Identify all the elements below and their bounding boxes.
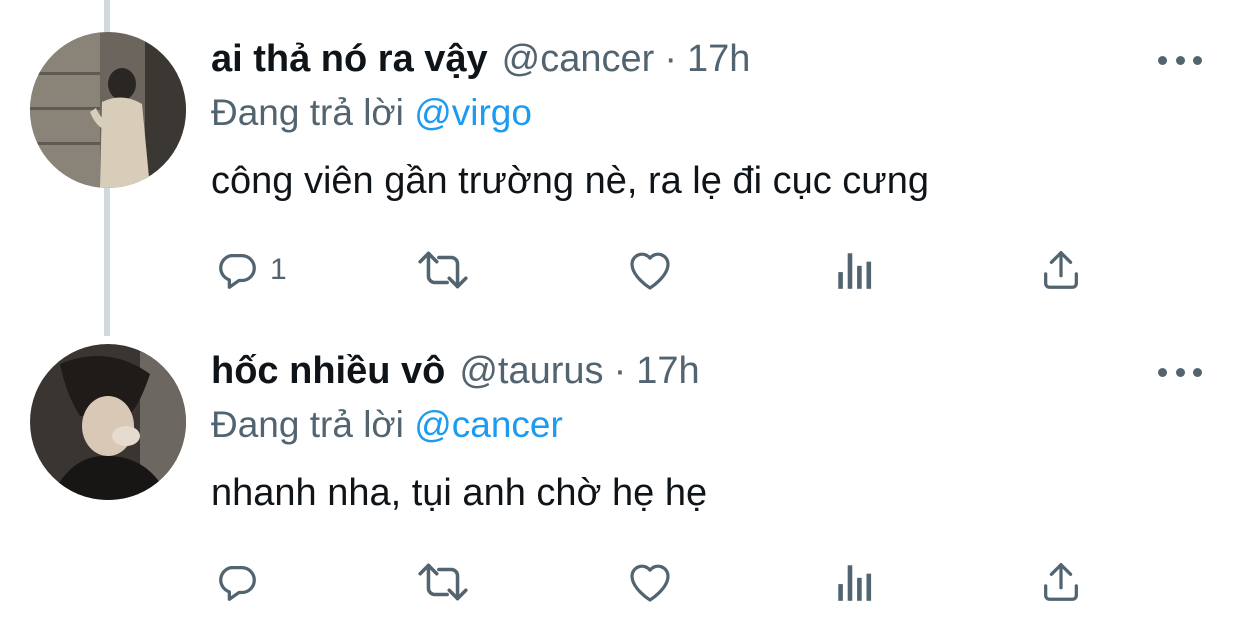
timestamp[interactable]: 17h (687, 38, 750, 81)
replying-to: Đang trả lời @virgo (211, 92, 532, 134)
action-bar: 1 (0, 240, 1242, 300)
action-bar (0, 552, 1242, 612)
retweet-icon (418, 251, 468, 289)
analytics-icon (838, 253, 872, 289)
separator-dot: · (664, 38, 677, 80)
timestamp[interactable]: 17h (636, 350, 699, 393)
retweet-icon (418, 563, 468, 601)
share-icon (1044, 251, 1078, 289)
tweet-text: công viên gần trường nè, ra lẹ đi cục cư… (211, 160, 929, 202)
reply-count: 1 (270, 253, 287, 286)
analytics-button[interactable] (834, 240, 876, 300)
like-button[interactable] (626, 552, 674, 612)
reply-button[interactable]: 1 (214, 240, 287, 300)
share-button[interactable] (1038, 552, 1084, 612)
mention-link[interactable]: @virgo (414, 92, 532, 133)
user-handle[interactable]: @cancer (502, 38, 655, 81)
user-handle[interactable]: @taurus (459, 350, 603, 393)
reply-button[interactable] (214, 552, 270, 612)
reply-icon (219, 565, 256, 601)
like-button[interactable] (626, 240, 674, 300)
retweet-button[interactable] (416, 552, 470, 612)
tweet[interactable]: hốc nhiều vô @taurus · 17h Đang trả lời … (0, 336, 1242, 621)
display-name[interactable]: ai thả nó ra vậy (211, 38, 488, 81)
reply-icon (219, 253, 256, 289)
analytics-icon (838, 565, 872, 601)
separator-dot: · (613, 350, 627, 392)
like-icon (630, 252, 670, 290)
share-icon (1044, 563, 1078, 601)
display-name[interactable]: hốc nhiều vô (211, 350, 445, 393)
avatar[interactable] (30, 344, 186, 500)
tweet-text: nhanh nha, tụi anh chờ hẹ hẹ (211, 472, 708, 514)
avatar[interactable] (30, 32, 186, 188)
share-button[interactable] (1038, 240, 1084, 300)
replying-to: Đang trả lời @cancer (211, 404, 563, 446)
retweet-button[interactable] (416, 240, 470, 300)
more-icon[interactable] (1158, 50, 1202, 70)
analytics-button[interactable] (834, 552, 876, 612)
tweet-header: hốc nhiều vô @taurus · 17h (211, 350, 700, 400)
reply-prefix: Đang trả lời (211, 404, 404, 445)
tweet-header: ai thả nó ra vậy @cancer · 17h (211, 38, 750, 88)
like-icon (630, 564, 670, 602)
tweet[interactable]: ai thả nó ra vậy @cancer · 17h Đang trả … (0, 0, 1242, 330)
more-icon[interactable] (1158, 362, 1202, 382)
reply-prefix: Đang trả lời (211, 92, 404, 133)
mention-link[interactable]: @cancer (414, 404, 563, 445)
